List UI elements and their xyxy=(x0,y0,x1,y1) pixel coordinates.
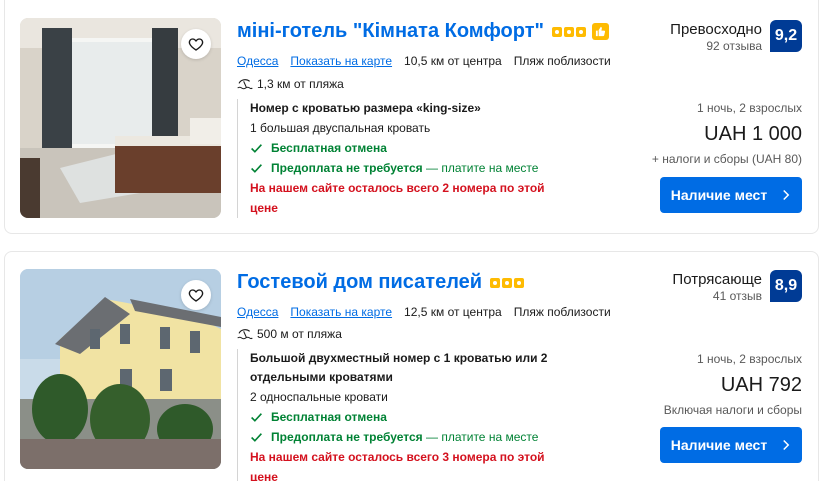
location-line: Одесса Показать на карте 10,5 км от цент… xyxy=(237,54,611,68)
scarcity-message: На нашем сайте осталось всего 3 номера п… xyxy=(250,450,545,481)
star-icon xyxy=(502,277,513,288)
star-icon xyxy=(514,277,525,288)
show-on-map-link[interactable]: Показать на карте xyxy=(290,54,392,68)
review-count: 41 отзыв xyxy=(712,289,762,303)
star-icon xyxy=(552,26,563,37)
price-block: 1 ночь, 2 взрослых UAH 1 000 + налоги и … xyxy=(652,101,802,166)
room-beds: 2 односпальные кровати xyxy=(250,390,388,404)
see-availability-label: Наличие мест xyxy=(670,437,768,453)
taxes-note: + налоги и сборы (UAH 80) xyxy=(651,152,802,166)
check-icon xyxy=(251,163,262,173)
property-photo[interactable] xyxy=(20,18,221,218)
see-availability-label: Наличие мест xyxy=(670,187,768,203)
property-name[interactable]: міні-готель "Кімната Комфорт" xyxy=(237,20,544,43)
city-link[interactable]: Одесса xyxy=(237,305,278,319)
taxes-note: Включая налоги и сборы xyxy=(663,403,802,417)
show-on-map-link[interactable]: Показать на карте xyxy=(290,305,392,319)
star-icon xyxy=(490,277,501,288)
price-block: 1 ночь, 2 взрослых UAH 792 Включая налог… xyxy=(664,352,802,417)
review-count: 92 отзыва xyxy=(706,39,762,53)
chevron-right-icon xyxy=(783,439,790,451)
free-cancellation: Бесплатная отмена xyxy=(250,407,567,427)
star-icon xyxy=(564,26,575,37)
heart-icon xyxy=(188,38,204,51)
price: UAH 1 000 xyxy=(704,123,802,145)
review-score[interactable]: Превосходно 92 отзыва 9,2 xyxy=(670,20,802,53)
beach-distance: 500 м от пляжа xyxy=(237,327,342,341)
beach-distance: 1,3 км от пляжа xyxy=(237,77,344,91)
star-rating xyxy=(490,277,525,288)
room-title: Большой двухместный номер с 1 кроватью и… xyxy=(250,351,548,384)
star-icon xyxy=(576,26,587,37)
check-icon xyxy=(251,412,262,422)
rating-word: Потрясающе xyxy=(672,271,762,288)
scarcity-message: На нашем сайте осталось всего 2 номера п… xyxy=(250,181,545,215)
distance-from-center: 10,5 км от центра xyxy=(404,54,502,68)
property-title[interactable]: міні-готель "Кімната Комфорт" xyxy=(237,20,610,43)
property-card: міні-готель "Кімната Комфорт" Одесса Пок… xyxy=(4,0,819,234)
room-beds: 1 большая двуспальная кровать xyxy=(250,121,431,135)
room-details: Большой двухместный номер с 1 кроватью и… xyxy=(237,349,567,481)
property-name[interactable]: Гостевой дом писателей xyxy=(237,271,482,294)
save-favorite-button[interactable] xyxy=(181,29,211,59)
beach-distance-text: 500 м от пляжа xyxy=(257,327,342,341)
room-details: Номер с кроватью размера «king-size» 1 б… xyxy=(237,99,567,218)
no-prepayment: Предоплата не требуется — платите на мес… xyxy=(250,427,567,447)
thumbs-up-icon xyxy=(592,23,610,40)
chevron-right-icon xyxy=(783,189,790,201)
see-availability-button[interactable]: Наличие мест xyxy=(660,177,802,213)
save-favorite-button[interactable] xyxy=(181,280,211,310)
stay-duration: 1 ночь, 2 взрослых xyxy=(697,352,802,366)
score-badge: 9,2 xyxy=(770,20,802,52)
stay-duration: 1 ночь, 2 взрослых xyxy=(697,101,802,115)
property-photo[interactable] xyxy=(20,269,221,469)
distance-from-center: 12,5 км от центра xyxy=(404,305,502,319)
beach-nearby-tag: Пляж поблизости xyxy=(513,54,611,68)
star-rating xyxy=(552,26,587,37)
property-card: Гостевой дом писателей Одесса Показать н… xyxy=(4,251,819,481)
check-icon xyxy=(251,432,262,442)
check-icon xyxy=(251,143,262,153)
rating-word: Превосходно xyxy=(670,21,762,38)
beach-icon xyxy=(237,79,253,90)
property-title[interactable]: Гостевой дом писателей xyxy=(237,271,525,294)
beach-distance-text: 1,3 км от пляжа xyxy=(257,77,344,91)
room-title: Номер с кроватью размера «king-size» xyxy=(250,101,481,115)
beach-icon xyxy=(237,329,253,340)
price: UAH 792 xyxy=(720,374,802,396)
free-cancellation: Бесплатная отмена xyxy=(250,138,567,158)
location-line: Одесса Показать на карте 12,5 км от цент… xyxy=(237,305,611,319)
no-prepayment: Предоплата не требуется — платите на мес… xyxy=(250,158,567,178)
city-link[interactable]: Одесса xyxy=(237,54,278,68)
heart-icon xyxy=(188,289,204,302)
see-availability-button[interactable]: Наличие мест xyxy=(660,427,802,463)
beach-nearby-tag: Пляж поблизости xyxy=(513,305,611,319)
score-badge: 8,9 xyxy=(770,270,802,302)
review-score[interactable]: Потрясающе 41 отзыв 8,9 xyxy=(672,270,802,303)
